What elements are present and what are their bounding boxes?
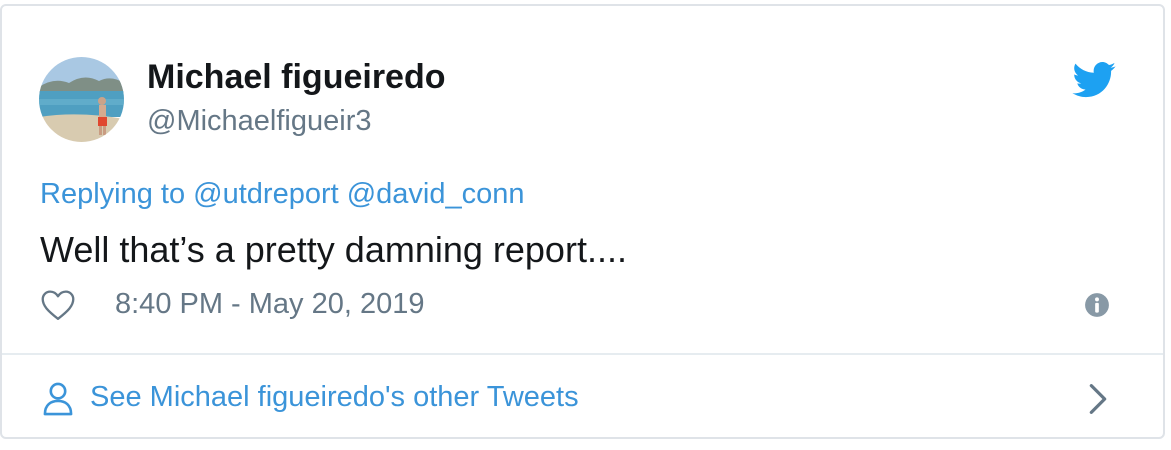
info-icon[interactable]	[1084, 292, 1110, 318]
mention-link[interactable]: @david_conn	[347, 178, 525, 210]
embedded-tweet-card: Michael figueiredo @Michaelfigueir3 Repl…	[0, 4, 1165, 439]
author-handle[interactable]: @Michaelfigueir3	[147, 105, 371, 138]
person-icon	[43, 382, 73, 416]
reply-prefix: Replying to	[40, 178, 186, 210]
beach-photo-avatar	[39, 57, 124, 142]
mention-link[interactable]: @utdreport	[193, 178, 339, 210]
tweet-text: Well that’s a pretty damning report....	[40, 229, 627, 270]
see-other-tweets-label[interactable]: See Michael figueiredo's other Tweets	[90, 381, 579, 414]
chevron-right-icon[interactable]	[1087, 383, 1109, 415]
reply-context: Replying to @utdreport @david_conn	[40, 178, 525, 211]
author-display-name[interactable]: Michael figueiredo	[147, 58, 446, 97]
twitter-bird-icon[interactable]	[1072, 62, 1116, 98]
tweet-timestamp[interactable]: 8:40 PM - May 20, 2019	[115, 288, 425, 321]
avatar[interactable]	[39, 57, 124, 142]
heart-outline-icon[interactable]	[40, 289, 76, 321]
see-other-tweets-link[interactable]: See Michael figueiredo's other Tweets	[2, 355, 1163, 439]
